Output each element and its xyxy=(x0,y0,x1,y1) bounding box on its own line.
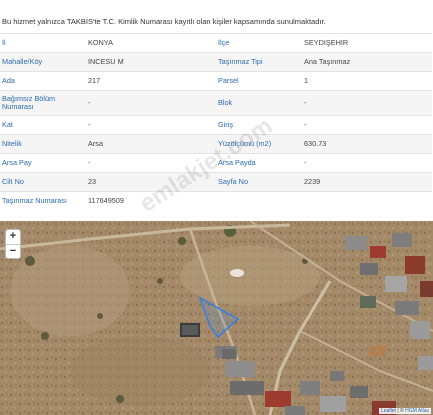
value-bagimsiz-bolum: - xyxy=(88,98,91,107)
info-row: Kat - Giriş - xyxy=(0,115,432,134)
info-row: İl KONYA İlçe SEYDİŞEHİR xyxy=(0,33,432,52)
value-arsa-payda: - xyxy=(304,158,307,167)
map-attribution: Leaflet | © HGM Atlas xyxy=(378,408,431,414)
label-parsel: Parsel xyxy=(218,76,239,85)
value-giris: - xyxy=(304,120,307,129)
property-info-grid: İl KONYA İlçe SEYDİŞEHİR Mahalle/Köy İNC… xyxy=(0,33,432,210)
parcel-map[interactable]: + − Leaflet | © HGM Atlas xyxy=(0,221,433,415)
value-parsel: 1 xyxy=(304,76,309,85)
value-il: KONYA xyxy=(88,38,114,47)
label-nitelik: Nitelik xyxy=(2,139,22,148)
label-ilce: İlçe xyxy=(218,38,230,47)
value-tasinmaz-tipi: Ana Taşınmaz xyxy=(304,57,351,66)
value-blok: - xyxy=(304,98,307,107)
service-notice: Bu hizmet yalnızca TAKBİS'te T.C. Kimlik… xyxy=(2,17,326,26)
info-row: Ada 217 Parsel 1 xyxy=(0,71,432,90)
zoom-out-button[interactable]: − xyxy=(6,244,20,258)
label-tasinmaz-tipi: Taşınmaz Tipi xyxy=(218,57,263,66)
value-ilce: SEYDİŞEHİR xyxy=(304,38,349,47)
value-nitelik: Arsa xyxy=(88,139,104,148)
zoom-in-button[interactable]: + xyxy=(6,230,20,244)
label-tasinmaz-numarasi: Taşınmaz Numarası xyxy=(2,196,67,205)
label-mahalle: Mahalle/Köy xyxy=(2,57,43,66)
info-row: Bağımsız Bölüm Numarası - Blok - xyxy=(0,90,432,115)
satellite-imagery xyxy=(0,221,433,415)
info-row: Taşınmaz Numarası 117649509 xyxy=(0,191,432,210)
value-kat: - xyxy=(88,120,91,129)
label-kat: Kat xyxy=(2,120,13,129)
zoom-control: + − xyxy=(5,229,21,259)
hgm-atlas-link[interactable]: HGM Atlas xyxy=(405,408,429,414)
label-sayfa-no: Sayfa No xyxy=(218,177,249,186)
label-bagimsiz-bolum: Bağımsız Bölüm Numarası xyxy=(2,94,56,111)
value-ada: 217 xyxy=(88,76,101,85)
label-il: İl xyxy=(2,38,6,47)
info-row: Mahalle/Köy İNCESU M Taşınmaz Tipi Ana T… xyxy=(0,52,432,71)
label-blok: Blok xyxy=(218,98,233,107)
label-cilt-no: Cilt No xyxy=(2,177,24,186)
label-arsa-pay: Arsa Pay xyxy=(2,158,32,167)
value-sayfa-no: 2239 xyxy=(304,177,321,186)
label-ada: Ada xyxy=(2,76,15,85)
attribution-separator: | © xyxy=(395,408,406,414)
value-mahalle: İNCESU M xyxy=(88,57,124,66)
leaflet-link[interactable]: Leaflet xyxy=(381,408,396,414)
value-yuzolcumu: 630.73 xyxy=(304,139,327,148)
